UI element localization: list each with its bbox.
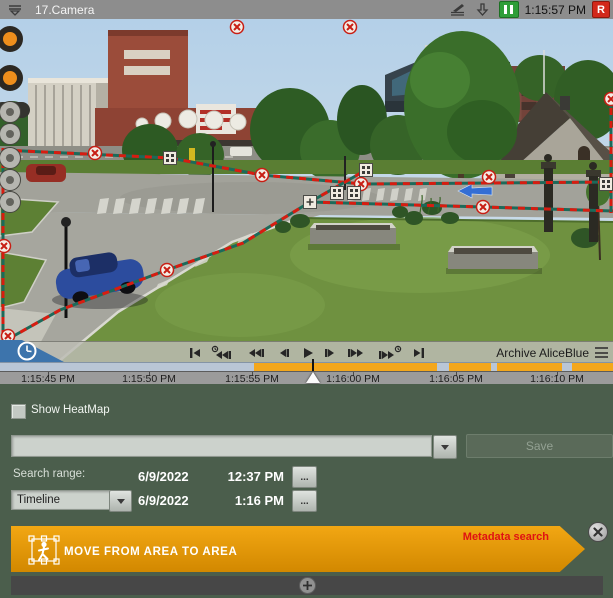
- tick-label: 1:15:50 PM: [122, 373, 176, 385]
- start-date-picker-button[interactable]: ...: [292, 466, 317, 488]
- camera-video-feed[interactable]: [0, 19, 613, 362]
- search-start-datetime: 6/9/202212:37 PM: [138, 467, 284, 485]
- zone-marker-sq[interactable]: [164, 152, 177, 165]
- zone-marker-cx[interactable]: [477, 201, 490, 214]
- record-indicator[interactable]: R: [592, 1, 610, 18]
- event-dot-button-3[interactable]: [0, 147, 21, 169]
- rank-buttons: [0, 19, 34, 239]
- zone-marker-cx[interactable]: [161, 264, 174, 277]
- time-navigator-corner[interactable]: [0, 336, 66, 362]
- event-dot-button-1[interactable]: [0, 101, 21, 123]
- event-dot-button-5[interactable]: [0, 191, 21, 213]
- next-interval-clock-button[interactable]: [377, 344, 403, 362]
- end-date-picker-button[interactable]: ...: [292, 490, 317, 512]
- zone-marker-plus[interactable]: [304, 196, 317, 209]
- add-search-bar: [11, 576, 603, 595]
- pause-button[interactable]: [499, 1, 519, 18]
- jump-to-start-button[interactable]: [186, 344, 202, 362]
- zone-marker-sq[interactable]: [348, 187, 361, 200]
- metadata-search-banner[interactable]: MOVE FROM AREA TO AREA Metadata search: [11, 526, 585, 572]
- add-search-button[interactable]: [299, 577, 316, 594]
- range-source-select[interactable]: Timeline: [11, 490, 114, 510]
- export-snapshot-icon[interactable]: [449, 2, 467, 18]
- playback-bar: Archive AliceBlue: [0, 341, 613, 363]
- archive-menu-icon[interactable]: [595, 347, 608, 358]
- zone-marker-cx[interactable]: [605, 93, 613, 106]
- jump-to-end-button[interactable]: [412, 344, 428, 362]
- event-dot-button-4[interactable]: [0, 169, 21, 191]
- zone-marker-sq[interactable]: [600, 178, 613, 191]
- step-forward-button[interactable]: [323, 344, 337, 362]
- collapse-panel-icon[interactable]: [6, 2, 24, 18]
- titlebar: 17.Camera 1:15:57 PM R: [0, 0, 613, 20]
- metadata-search-tag: Metadata search: [463, 531, 549, 543]
- query-combobox[interactable]: [11, 435, 432, 457]
- step-back-button[interactable]: [277, 344, 291, 362]
- zone-marker-sq[interactable]: [360, 164, 373, 177]
- alarm-dot-button-1[interactable]: [0, 26, 23, 52]
- camera-scene: [0, 19, 613, 362]
- show-heatmap-checkbox[interactable]: [11, 404, 26, 419]
- current-time: 1:15:57 PM: [525, 3, 586, 17]
- tick-label: 1:16:05 PM: [429, 373, 483, 385]
- range-source-dropdown-button[interactable]: [109, 490, 132, 512]
- playhead-pointer[interactable]: [306, 372, 320, 383]
- zone-marker-cx[interactable]: [0, 240, 11, 253]
- tick-label: 1:16:00 PM: [326, 373, 380, 385]
- archive-selector[interactable]: Archive AliceBlue: [496, 342, 589, 363]
- download-arrow-icon[interactable]: [474, 2, 492, 18]
- zone-marker-cx[interactable]: [89, 147, 102, 160]
- move-area-icon: [27, 534, 61, 566]
- next-frame-button[interactable]: [346, 344, 368, 362]
- tick-label: 1:16:10 PM: [530, 373, 584, 385]
- search-range-label: Search range:: [13, 468, 85, 480]
- timeline-labels: 1:15:45 PM 1:15:50 PM 1:15:55 PM 1:16:00 PM…: [0, 371, 613, 384]
- search-end-datetime: 6/9/20221:16 PM: [138, 491, 284, 509]
- alarm-dot-button-2[interactable]: [0, 65, 23, 91]
- tick-label: 1:15:45 PM: [21, 373, 75, 385]
- prev-frame-button[interactable]: [246, 344, 268, 362]
- close-banner-button[interactable]: [588, 522, 608, 542]
- show-heatmap-label: Show HeatMap: [31, 404, 110, 416]
- zone-marker-cx[interactable]: [344, 21, 357, 34]
- zone-marker-cx[interactable]: [256, 169, 269, 182]
- zone-marker-cx[interactable]: [483, 171, 496, 184]
- event-dot-button-2[interactable]: [0, 123, 21, 145]
- banner-title: MOVE FROM AREA TO AREA: [64, 546, 237, 558]
- zone-marker-sq[interactable]: [331, 187, 344, 200]
- camera-window: 17.Camera 1:15:57 PM R: [0, 0, 613, 598]
- zone-marker-cx[interactable]: [231, 21, 244, 34]
- camera-title: 17.Camera: [35, 3, 94, 17]
- prev-interval-clock-button[interactable]: [211, 344, 237, 362]
- query-dropdown-button[interactable]: [433, 435, 457, 459]
- save-button[interactable]: Save: [466, 434, 613, 458]
- tick-label: 1:15:55 PM: [225, 373, 279, 385]
